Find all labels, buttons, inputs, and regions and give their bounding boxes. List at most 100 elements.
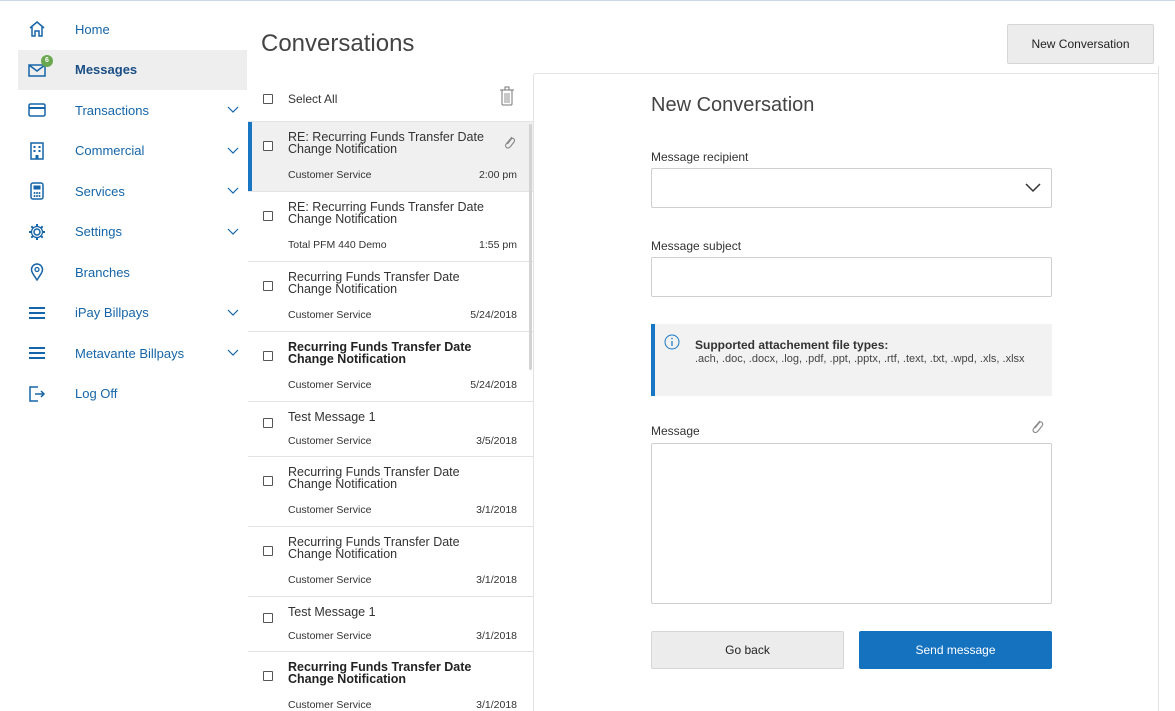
building-icon — [27, 141, 47, 161]
sidebar-item-messages[interactable]: 6 Messages — [18, 49, 247, 90]
message-subject: Recurring Funds Transfer Date Change Not… — [288, 660, 472, 686]
message-date: 1:55 pm — [479, 239, 517, 251]
chevron-down-icon[interactable] — [227, 228, 239, 236]
menu-lines-icon — [27, 303, 47, 323]
list-header: Select All — [248, 74, 533, 122]
subject-input[interactable] — [651, 257, 1052, 297]
send-message-button[interactable]: Send message — [859, 631, 1052, 669]
calculator-icon — [27, 181, 47, 201]
paperclip-icon[interactable] — [1030, 417, 1044, 435]
chevron-down-icon[interactable] — [227, 106, 239, 114]
info-title: Supported attachement file types: — [695, 338, 889, 352]
sidebar-item-label: Commercial — [75, 143, 145, 159]
message-subject: RE: Recurring Funds Transfer Date Change… — [288, 130, 484, 156]
home-icon — [27, 19, 47, 39]
list-item[interactable]: Recurring Funds Transfer Date Change Not… — [248, 457, 533, 527]
list-item[interactable]: RE: Recurring Funds Transfer Date Change… — [248, 192, 533, 262]
sidebar-item-commercial[interactable]: Commercial — [18, 131, 247, 172]
message-checkbox[interactable] — [263, 281, 273, 291]
message-sender: Customer Service — [288, 435, 372, 447]
select-all-label[interactable]: Select All — [288, 92, 337, 106]
chevron-down-icon[interactable] — [227, 309, 239, 317]
sidebar-item-services[interactable]: Services — [18, 171, 247, 212]
message-subject: RE: Recurring Funds Transfer Date Change… — [288, 200, 484, 226]
message-checkbox[interactable] — [263, 351, 273, 361]
message-sender: Customer Service — [288, 699, 372, 711]
message-date: 3/1/2018 — [476, 699, 517, 711]
select-all-checkbox[interactable] — [263, 94, 273, 104]
sidebar-item-settings[interactable]: Settings — [18, 212, 247, 253]
recipient-label: Message recipient — [651, 150, 749, 164]
list-item[interactable]: Recurring Funds Transfer Date Change Not… — [248, 262, 533, 332]
unread-badge: 6 — [41, 54, 53, 67]
conversation-list: Select All RE: Recurring Funds Transfer … — [248, 74, 534, 711]
sidebar-item-label: Home — [75, 21, 110, 37]
paperclip-icon — [504, 136, 515, 149]
list-scrollbar[interactable] — [529, 124, 532, 370]
message-sender: Customer Service — [288, 630, 372, 642]
sidebar-item-log-off[interactable]: Log Off — [18, 374, 247, 415]
sidebar-item-ipay-billpays[interactable]: iPay Billpays — [18, 293, 247, 334]
message-subject: Recurring Funds Transfer Date Change Not… — [288, 270, 460, 296]
message-date: 5/24/2018 — [470, 309, 517, 321]
message-date: 2:00 pm — [479, 169, 517, 181]
sidebar-item-label: Settings — [75, 224, 122, 240]
message-date: 3/1/2018 — [476, 630, 517, 642]
list-item[interactable]: Test Message 1 Customer Service 3/5/2018 — [248, 402, 533, 457]
gear-icon — [27, 222, 47, 242]
info-text: .ach, .doc, .docx, .log, .pdf, .ppt, .pp… — [695, 353, 1025, 365]
chevron-down-icon[interactable] — [227, 147, 239, 155]
message-date: 3/1/2018 — [476, 574, 517, 586]
trash-icon[interactable] — [499, 86, 515, 106]
panel-divider — [1158, 66, 1159, 711]
message-checkbox[interactable] — [263, 476, 273, 486]
sidebar-nav: Home 6 Messages Transactions Commercial Servi… — [18, 9, 247, 711]
sidebar-item-label: Log Off — [75, 386, 118, 402]
list-item[interactable]: Recurring Funds Transfer Date Change Not… — [248, 527, 533, 597]
message-sender: Customer Service — [288, 574, 372, 586]
message-checkbox[interactable] — [263, 418, 273, 428]
logout-icon — [27, 384, 47, 404]
chevron-down-icon[interactable] — [227, 187, 239, 195]
attachment-info-box: Supported attachement file types: .ach, … — [651, 324, 1052, 396]
list-item[interactable]: Recurring Funds Transfer Date Change Not… — [248, 332, 533, 402]
message-subject: Recurring Funds Transfer Date Change Not… — [288, 535, 460, 561]
new-conversation-button[interactable]: New Conversation — [1007, 24, 1154, 64]
compose-title: New Conversation — [651, 94, 815, 116]
header-divider — [534, 73, 1158, 74]
list-item[interactable]: Test Message 1 Customer Service 3/1/2018 — [248, 597, 533, 652]
message-sender: Customer Service — [288, 379, 372, 391]
map-pin-icon — [27, 262, 47, 282]
message-checkbox[interactable] — [263, 141, 273, 151]
message-checkbox[interactable] — [263, 671, 273, 681]
envelope-icon: 6 — [27, 54, 53, 80]
sidebar-item-transactions[interactable]: Transactions — [18, 90, 247, 131]
message-date: 3/5/2018 — [476, 435, 517, 447]
recipient-select[interactable] — [651, 168, 1052, 208]
list-item[interactable]: RE: Recurring Funds Transfer Date Change… — [248, 122, 533, 192]
message-sender: Customer Service — [288, 504, 372, 516]
sidebar-item-label: Services — [75, 183, 125, 199]
message-checkbox[interactable] — [263, 613, 273, 623]
message-sender: Customer Service — [288, 309, 372, 321]
sidebar-item-metavante-billpays[interactable]: Metavante Billpays — [18, 333, 247, 374]
list-item[interactable]: Recurring Funds Transfer Date Change Not… — [248, 652, 533, 711]
chevron-down-icon — [1025, 183, 1041, 193]
menu-lines-icon — [27, 343, 47, 363]
message-label: Message — [651, 424, 700, 438]
message-subject: Recurring Funds Transfer Date Change Not… — [288, 340, 472, 366]
top-border — [0, 0, 1175, 9]
page-title: Conversations — [261, 30, 415, 57]
message-textarea[interactable] — [651, 443, 1052, 604]
message-subject: Recurring Funds Transfer Date Change Not… — [288, 465, 460, 491]
info-icon — [664, 334, 680, 350]
chevron-down-icon[interactable] — [227, 349, 239, 357]
sidebar-item-branches[interactable]: Branches — [18, 252, 247, 293]
message-checkbox[interactable] — [263, 211, 273, 221]
sidebar-item-home[interactable]: Home — [18, 9, 247, 50]
sidebar-item-label: Metavante Billpays — [75, 345, 185, 361]
subject-label: Message subject — [651, 239, 742, 253]
go-back-button[interactable]: Go back — [651, 631, 844, 669]
message-checkbox[interactable] — [263, 546, 273, 556]
sidebar-item-label: Branches — [75, 264, 130, 280]
